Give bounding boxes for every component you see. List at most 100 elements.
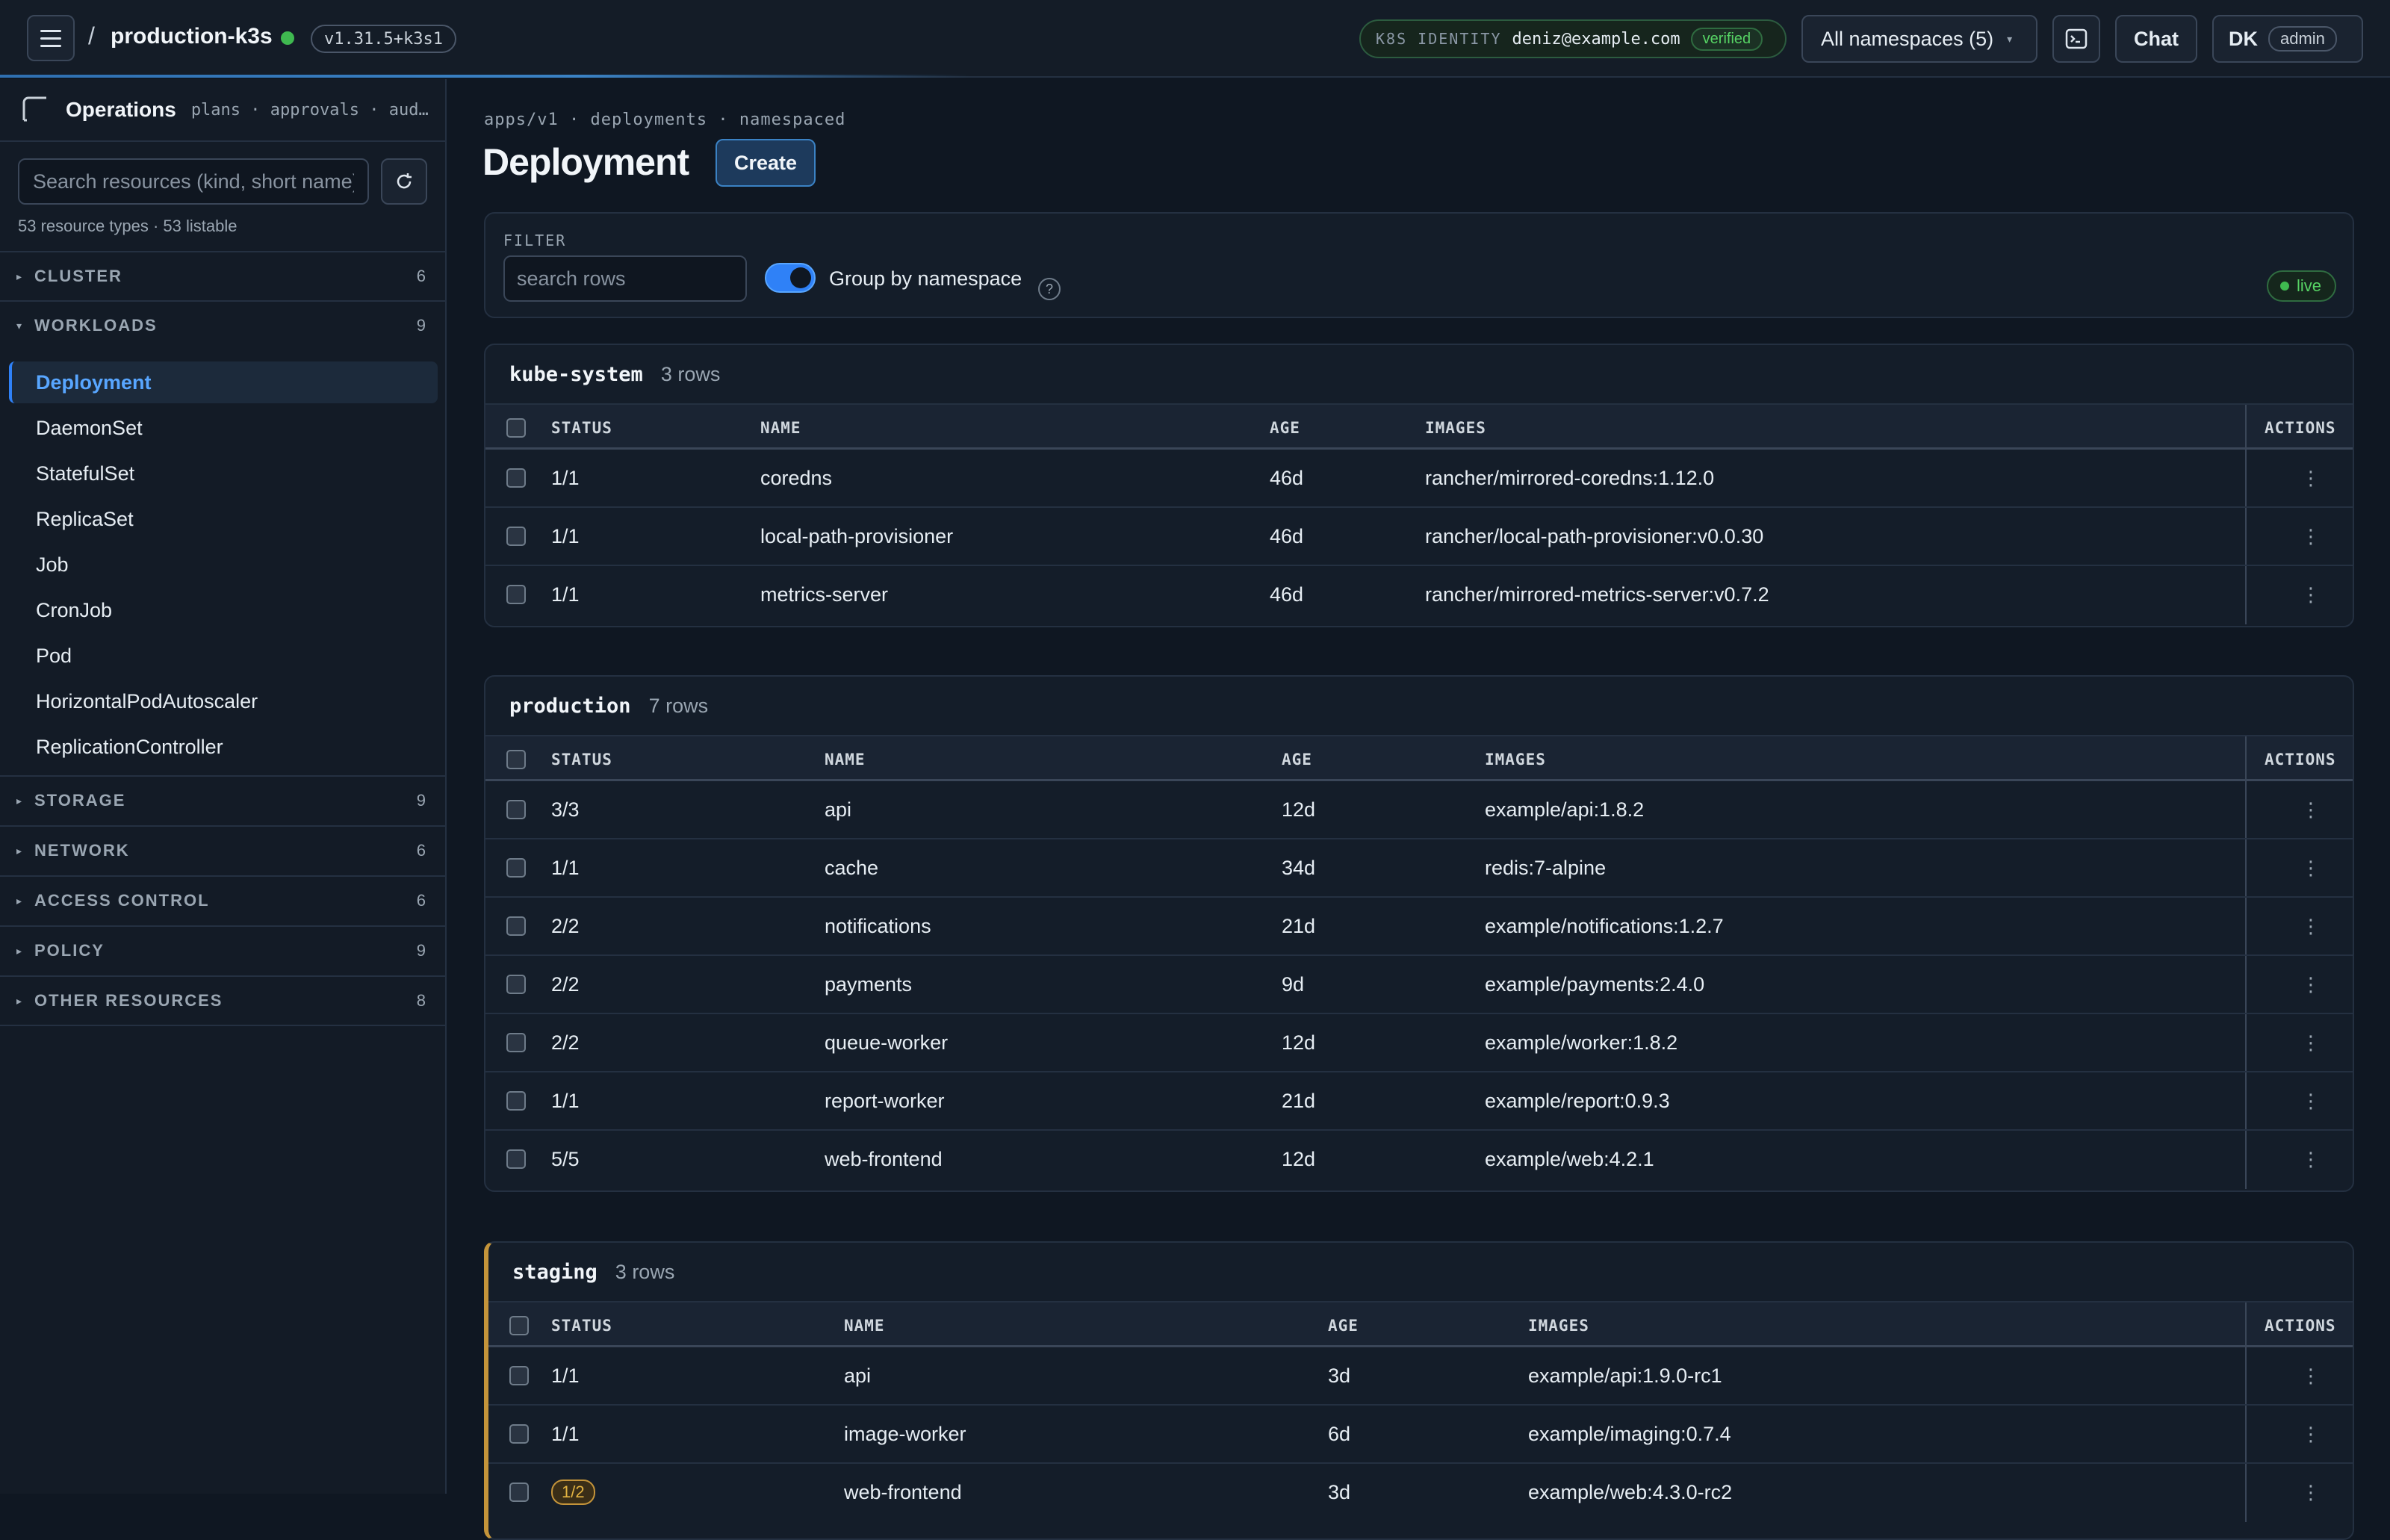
row-name[interactable]: cache [825,839,878,896]
row-name[interactable]: api [844,1347,871,1404]
table-row[interactable]: 5/5 web-frontend 12d example/web:4.2.1 ⋮ [485,1131,2353,1189]
select-all-checkbox[interactable] [506,750,526,769]
sidebar-item-job[interactable]: Job [9,544,438,586]
sidebar-item-replicationcontroller[interactable]: ReplicationController [9,726,438,768]
more-vertical-icon[interactable]: ⋮ [2299,1089,2323,1113]
table-row[interactable]: 2/2 queue-worker 12d example/worker:1.8.… [485,1014,2353,1072]
row-checkbox[interactable] [506,527,526,546]
sidebar-item-daemonset[interactable]: DaemonSet [9,407,438,449]
row-checkbox[interactable] [506,585,526,604]
menu-button[interactable] [27,15,75,61]
row-name[interactable]: payments [825,956,912,1013]
row-checkbox[interactable] [506,1033,526,1052]
table-row[interactable]: 3/3 api 12d example/api:1.8.2 ⋮ [485,781,2353,839]
column-images[interactable]: IMAGES [1528,1303,1589,1349]
table-row[interactable]: 2/2 notifications 21d example/notificati… [485,898,2353,956]
more-vertical-icon[interactable]: ⋮ [2299,524,2323,548]
section-workloads[interactable]: ▾ WORKLOADS 9 [0,300,445,350]
column-status[interactable]: STATUS [551,736,612,783]
row-checkbox[interactable] [506,916,526,936]
more-vertical-icon[interactable]: ⋮ [2299,1147,2323,1171]
cluster-name[interactable]: production-k3s [111,24,273,49]
identity-badge[interactable]: K8S IDENTITY deniz@example.com verified [1359,19,1787,58]
row-name[interactable]: queue-worker [825,1014,948,1071]
row-name[interactable]: local-path-provisioner [760,508,953,565]
section-storage[interactable]: ▸ STORAGE 9 [0,775,445,825]
column-status[interactable]: STATUS [551,1303,612,1349]
select-all-checkbox[interactable] [506,418,526,438]
sidebar-item-replicaset[interactable]: ReplicaSet [9,498,438,540]
row-checkbox[interactable] [506,1149,526,1169]
section-policy[interactable]: ▸ POLICY 9 [0,925,445,975]
more-vertical-icon[interactable]: ⋮ [2299,914,2323,938]
sidebar-item-hpa[interactable]: HorizontalPodAutoscaler [9,680,438,722]
row-checkbox[interactable] [506,975,526,994]
more-vertical-icon[interactable]: ⋮ [2299,1422,2323,1446]
row-filter-input[interactable] [503,255,747,302]
table-row[interactable]: 1/1 coredns 46d rancher/mirrored-coredns… [485,450,2353,508]
sidebar-item-deployment[interactable]: Deployment [9,361,438,403]
row-name[interactable]: metrics-server [760,566,888,623]
create-button[interactable]: Create [716,139,816,187]
more-vertical-icon[interactable]: ⋮ [2299,466,2323,490]
row-name[interactable]: notifications [825,898,931,954]
column-status[interactable]: STATUS [551,405,612,451]
user-menu-button[interactable]: DK admin [2212,15,2363,63]
row-name[interactable]: web-frontend [825,1131,943,1187]
row-checkbox[interactable] [509,1366,529,1385]
table-row[interactable]: 1/1 cache 34d redis:7-alpine ⋮ [485,839,2353,898]
row-name[interactable]: web-frontend [844,1464,962,1521]
row-name[interactable]: report-worker [825,1072,945,1129]
row-image: example/api:1.9.0-rc1 [1528,1364,1722,1387]
table-row[interactable]: 1/1 local-path-provisioner 46d rancher/l… [485,508,2353,566]
row-name[interactable]: image-worker [844,1406,966,1462]
more-vertical-icon[interactable]: ⋮ [2299,1480,2323,1504]
refresh-button[interactable] [381,158,427,205]
resource-search-input[interactable] [18,158,369,205]
row-checkbox[interactable] [506,858,526,878]
chat-button[interactable]: Chat [2115,15,2197,63]
more-vertical-icon[interactable]: ⋮ [2299,1031,2323,1055]
table-row[interactable]: 1/1 image-worker 6d example/imaging:0.7.… [488,1406,2353,1464]
namespace-select[interactable]: All namespaces (5) ▾ [1801,15,2037,63]
table-row[interactable]: 1/1 metrics-server 46d rancher/mirrored-… [485,566,2353,624]
more-vertical-icon[interactable]: ⋮ [2299,583,2323,606]
more-vertical-icon[interactable]: ⋮ [2299,972,2323,996]
table-row[interactable]: 1/1 report-worker 21d example/report:0.9… [485,1072,2353,1131]
column-name[interactable]: NAME [844,1303,885,1349]
row-checkbox[interactable] [506,800,526,819]
column-images[interactable]: IMAGES [1425,405,1486,451]
sidebar-item-cronjob[interactable]: CronJob [9,589,438,631]
column-age[interactable]: AGE [1270,405,1300,451]
column-age[interactable]: AGE [1282,736,1312,783]
more-vertical-icon[interactable]: ⋮ [2299,798,2323,822]
sidebar-item-pod[interactable]: Pod [9,635,438,677]
row-checkbox[interactable] [506,1091,526,1111]
row-name[interactable]: api [825,781,851,838]
column-name[interactable]: NAME [825,736,866,783]
section-access-control[interactable]: ▸ ACCESS CONTROL 6 [0,875,445,925]
column-images[interactable]: IMAGES [1485,736,1546,783]
help-icon[interactable]: ? [1038,278,1061,300]
group-by-namespace-toggle[interactable] [765,263,816,293]
row-checkbox[interactable] [509,1424,529,1444]
table-row[interactable]: 2/2 payments 9d example/payments:2.4.0 ⋮ [485,956,2353,1014]
more-vertical-icon[interactable]: ⋮ [2299,1364,2323,1388]
row-name[interactable]: coredns [760,450,832,506]
section-cluster[interactable]: ▸ CLUSTER 6 [0,251,445,300]
table-row[interactable]: 1/2 web-frontend 3d example/web:4.3.0-rc… [488,1464,2353,1522]
row-checkbox[interactable] [509,1482,529,1502]
row-status: 1/1 [551,524,580,547]
column-actions: ACTIONS [2265,419,2336,437]
row-checkbox[interactable] [506,468,526,488]
column-age[interactable]: AGE [1328,1303,1359,1349]
sidebar-item-statefulset[interactable]: StatefulSet [9,453,438,494]
terminal-button[interactable] [2052,15,2100,63]
table-row[interactable]: 1/1 api 3d example/api:1.9.0-rc1 ⋮ [488,1347,2353,1406]
section-network[interactable]: ▸ NETWORK 6 [0,825,445,875]
column-name[interactable]: NAME [760,405,801,451]
select-all-checkbox[interactable] [509,1316,529,1335]
more-vertical-icon[interactable]: ⋮ [2299,856,2323,880]
section-other-resources[interactable]: ▸ OTHER RESOURCES 8 [0,975,445,1026]
operations-link[interactable]: Operations plans · approvals · audit [0,79,445,142]
